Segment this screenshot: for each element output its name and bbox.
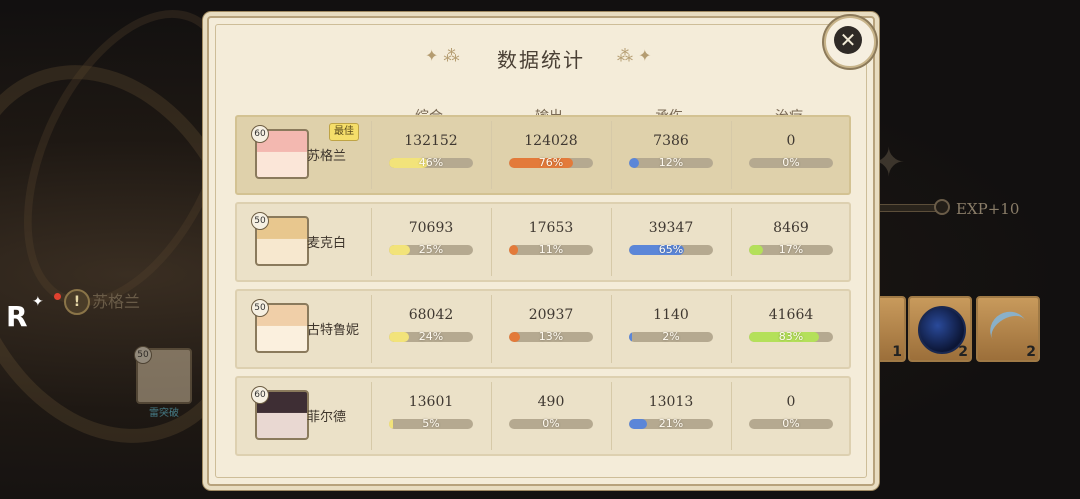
- stat-value: 39347: [648, 220, 694, 236]
- character-stat-row: 50 古特鲁妮 68042 24% 20937 13% 1140 2% 41664 83%: [235, 289, 851, 369]
- stat-value: 0: [786, 133, 796, 149]
- stat-value: 490: [537, 394, 565, 410]
- stat-cell-damage: 124028 76%: [491, 117, 611, 193]
- stat-cell-healing: 41664 83%: [731, 291, 851, 367]
- stat-percent: 21%: [658, 417, 684, 430]
- stat-cell-healing: 0 0%: [731, 117, 851, 193]
- character-level-badge: 50: [251, 212, 269, 230]
- stat-percent: 13%: [538, 330, 564, 343]
- stat-value: 1140: [653, 307, 689, 323]
- stat-percent: 25%: [418, 243, 444, 256]
- character-name: 古特鲁妮: [307, 323, 360, 338]
- background-player-name: 苏格兰: [92, 292, 141, 311]
- character-stat-row: 60 菲尔德 13601 5% 490 0% 13013 21% 0 0%: [235, 376, 851, 456]
- reward-item-count: 1: [892, 344, 902, 360]
- stat-cell-total: 70693 25%: [371, 204, 491, 280]
- stat-cell-total: 13601 5%: [371, 378, 491, 454]
- character-name: 苏格兰: [307, 149, 347, 164]
- stat-cell-damage: 17653 11%: [491, 204, 611, 280]
- stat-percent: 5%: [422, 417, 440, 430]
- reward-item-count: 2: [958, 344, 968, 360]
- stat-value: 20937: [528, 307, 574, 323]
- close-button[interactable]: ✕: [824, 16, 876, 68]
- reward-item-count: 2: [1026, 344, 1036, 360]
- stat-percent: 83%: [778, 330, 804, 343]
- stat-cell-total: 132152 46%: [371, 117, 491, 193]
- stat-value: 70693: [408, 220, 454, 236]
- warning-icon: !: [64, 289, 90, 315]
- close-shuriken-icon: ✕: [834, 26, 862, 54]
- stat-percent: 12%: [658, 156, 684, 169]
- stat-value: 132152: [404, 133, 458, 149]
- character-level-badge: 60: [251, 386, 269, 404]
- stat-percent: 17%: [778, 243, 804, 256]
- character-level-badge: 50: [251, 299, 269, 317]
- stat-percent: 2%: [662, 330, 680, 343]
- best-badge: 最佳: [329, 123, 359, 141]
- stat-value: 8469: [773, 220, 809, 236]
- stat-cell-healing: 0 0%: [731, 378, 851, 454]
- character-stat-row: 50 麦克白 70693 25% 17653 11% 39347 65% 8469 17%: [235, 202, 851, 282]
- stat-cell-taken: 13013 21%: [611, 378, 731, 454]
- exp-bar: [874, 204, 942, 212]
- stat-cell-taken: 39347 65%: [611, 204, 731, 280]
- stat-cell-damage: 20937 13%: [491, 291, 611, 367]
- stat-percent: 0%: [782, 156, 800, 169]
- character-stat-row: 60 苏格兰 最佳 132152 46% 124028 76% 7386 12% 0 0%: [235, 115, 851, 195]
- notification-dot-icon: [54, 293, 61, 300]
- ornament-right-icon: ⁂ ✦: [617, 46, 652, 65]
- stat-value: 7386: [653, 133, 689, 149]
- stat-value: 124028: [524, 133, 578, 149]
- panel-title-bar: ✦ ⁂ 数据统计 ⁂ ✦: [209, 18, 873, 76]
- stat-value: 68042: [408, 307, 454, 323]
- background-character-level: 50: [134, 346, 152, 364]
- stat-cell-healing: 8469 17%: [731, 204, 851, 280]
- stat-percent: 76%: [538, 156, 564, 169]
- stats-panel: ✦ ⁂ 数据统计 ⁂ ✦ 综合 输出 承伤 治疗 60苏格兰最佳13215246…: [207, 16, 875, 486]
- exp-bar-knob: [934, 199, 950, 215]
- stat-value: 41664: [768, 307, 814, 323]
- stat-value: 0: [786, 394, 796, 410]
- exp-text: EXP+10: [956, 200, 1020, 218]
- stat-cell-total: 68042 24%: [371, 291, 491, 367]
- stat-cell-taken: 1140 2%: [611, 291, 731, 367]
- stat-percent: 0%: [782, 417, 800, 430]
- background-character-label: 雷突破: [149, 408, 179, 419]
- stat-value: 13013: [648, 394, 694, 410]
- character-name: 菲尔德: [307, 410, 347, 425]
- stat-percent: 46%: [418, 156, 444, 169]
- r-logo-icon: R ✦: [6, 294, 44, 333]
- stat-cell-damage: 490 0%: [491, 378, 611, 454]
- panel-title: 数据统计: [497, 48, 585, 72]
- stat-value: 17653: [528, 220, 574, 236]
- reward-item-3: 2: [976, 296, 1040, 362]
- stat-percent: 0%: [542, 417, 560, 430]
- stat-percent: 11%: [538, 243, 564, 256]
- star-icon: ✦: [872, 140, 906, 186]
- stat-percent: 24%: [418, 330, 444, 343]
- stat-cell-taken: 7386 12%: [611, 117, 731, 193]
- character-level-badge: 60: [251, 125, 269, 143]
- stat-percent: 65%: [658, 243, 684, 256]
- stat-value: 13601: [408, 394, 454, 410]
- background-character-card: 50: [134, 346, 192, 404]
- reward-item-2: 2: [908, 296, 972, 362]
- character-name: 麦克白: [307, 236, 347, 251]
